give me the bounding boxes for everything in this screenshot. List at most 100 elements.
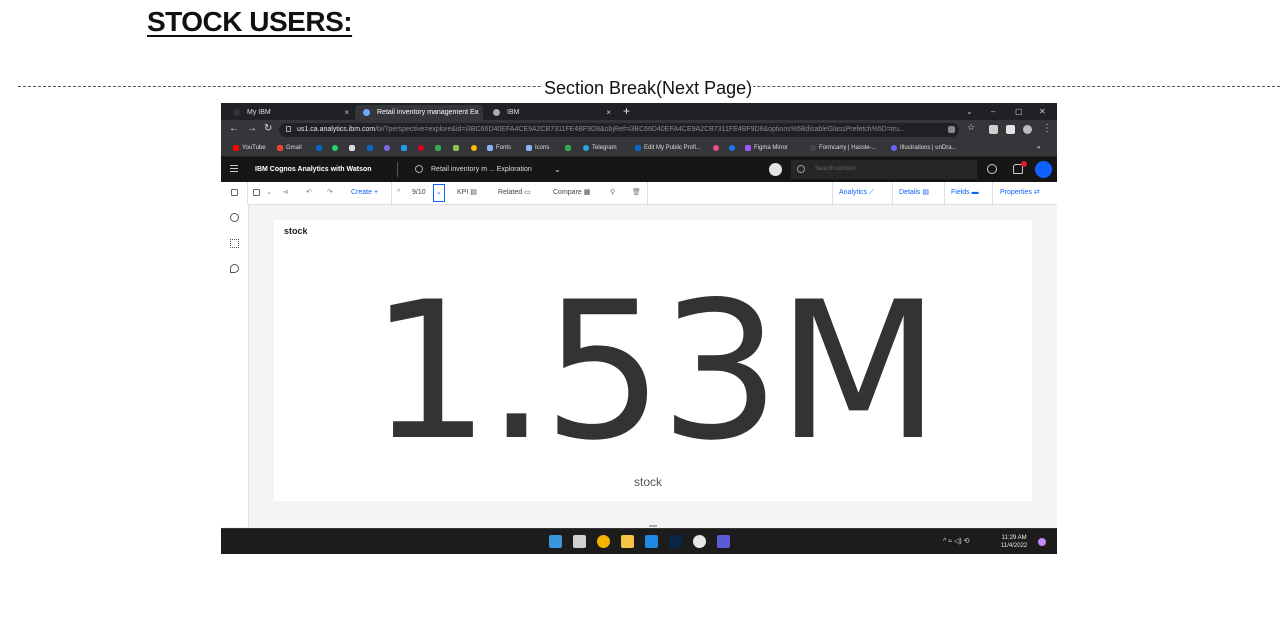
app-icon[interactable] [384,145,390,151]
avatar[interactable] [1035,161,1052,178]
address-bar-row: ← → ↻ us1.ca.analytics.ibm.com/bi/?persp… [221,120,1057,140]
menu-icon[interactable] [231,189,238,196]
fields-button[interactable]: Fields ▬ [951,182,979,204]
extensions-icon[interactable] [989,125,998,134]
omnibox[interactable]: us1.ca.analytics.ibm.com/bi/?perspective… [279,123,959,137]
bookmark-label: Formcarry | Hassle-... [819,145,877,151]
bookmark-star-icon[interactable]: ☆ [967,122,975,133]
twitter-icon[interactable] [401,145,407,151]
dot-icon[interactable] [471,145,477,151]
undo-icon[interactable]: ↶ [306,182,312,204]
bookmark-figma[interactable]: Figma Mirror [745,140,788,156]
figma-icon [745,145,751,151]
browser-tab-strip: My IBM × Retail inventory management Ex … [221,103,1057,120]
clock[interactable]: 11:29 AM 11/4/2022 [1001,534,1027,550]
pin-icon[interactable]: ⚲ [610,182,615,204]
bookmark-gmail[interactable]: Gmail [277,140,302,156]
tab-search-icon[interactable]: ⌄ [966,103,973,120]
screen-icon[interactable] [349,145,355,151]
tb-divider [992,182,993,204]
trash-icon[interactable]: 🗑 [632,182,641,204]
task-view-icon[interactable] [573,535,586,548]
redo-icon[interactable]: ↷ [327,182,333,204]
taskbar: ^ ≈ ◁) ⟲ 11:29 AM 11/4/2022 [221,528,1057,554]
menu-kebab-icon[interactable]: ⋮ [1042,123,1052,134]
chevron-down-icon[interactable]: ⌄ [436,182,442,204]
bookmark-undraw[interactable]: Illustrations | unDra... [891,140,957,156]
share-icon[interactable]: ⋖ [283,182,289,204]
profile-icon[interactable] [1023,125,1032,134]
chevron-down-icon[interactable]: ⌄ [554,157,561,182]
pinterest-icon[interactable] [418,145,424,151]
resize-handle[interactable] [649,525,657,527]
save-icon[interactable] [253,189,260,196]
youtube-icon [233,145,239,151]
browser-tab-retail[interactable]: Retail inventory management Ex × [355,105,483,120]
analytics-button[interactable]: Analytics ⟋ [839,182,874,204]
notification-center-icon[interactable] [1038,538,1046,546]
more-bookmarks-icon[interactable]: » [1037,140,1040,156]
bookmark-icons[interactable]: Icons [526,140,549,156]
properties-label: Properties [1000,189,1032,196]
browser-tab-ibm[interactable]: IBM × [485,105,615,120]
exploration-toolbar: ⌄ ⋖ ↶ ↷ Create + ^ 9/10 ⌄ KPI ▤ Related … [221,182,1057,205]
bookmark-telegram[interactable]: Telegram [583,140,617,156]
grid-icon[interactable] [565,145,571,151]
photoshop-icon[interactable] [669,535,682,548]
search-field[interactable]: Search content [791,160,977,179]
tab-favicon-icon [233,109,240,116]
bookmarks-bar: YouTube Gmail Fonts Icons Telegram Edit … [221,140,1057,157]
breadcrumb[interactable]: Retail inventory m ... Exploration [431,157,532,182]
sidepanel-icon[interactable] [1006,125,1015,134]
back-icon[interactable]: ← [229,123,239,134]
maximize-icon[interactable]: ▢ [1015,103,1023,120]
window-close-icon[interactable]: ✕ [1039,103,1046,120]
pin-icon[interactable] [230,264,239,273]
embedded-screenshot: My IBM × Retail inventory management Ex … [221,103,1057,554]
reload-icon[interactable]: ↻ [264,123,272,134]
bookmark-formcarry[interactable]: Formcarry | Hassle-... [810,140,877,156]
linkedin-icon[interactable] [367,145,373,151]
close-icon[interactable]: × [606,105,611,120]
file-explorer-icon[interactable] [621,535,634,548]
chevron-down-icon[interactable]: ⌄ [266,182,272,204]
bookmark-youtube[interactable]: YouTube [233,140,266,156]
bookmark-linkedin-profile[interactable]: Edit My Public Profi... [635,140,701,156]
github-icon[interactable] [693,535,706,548]
linkedin-icon[interactable] [316,145,322,151]
close-icon[interactable]: × [474,105,479,120]
editor-icon[interactable] [717,535,730,548]
related-button[interactable]: Related ▭ [498,182,531,204]
whatsapp-icon[interactable] [332,145,338,151]
minimize-icon[interactable]: – [991,103,995,120]
facebook-icon[interactable] [729,145,735,151]
details-button[interactable]: Details ▤ [899,182,929,204]
system-tray[interactable]: ^ ≈ ◁) ⟲ [943,529,970,554]
forward-icon[interactable]: → [247,123,257,134]
chevron-up-icon[interactable]: ^ [397,182,400,204]
help-icon[interactable] [987,164,997,174]
formcarry-icon [810,145,816,151]
windows-start-icon[interactable] [549,535,562,548]
hamburger-menu-icon[interactable] [230,165,238,172]
create-button[interactable]: Create + [351,182,378,204]
chrome-icon[interactable] [597,535,610,548]
search-icon [797,165,805,173]
share-icon[interactable] [948,126,955,133]
properties-button[interactable]: Properties ⇄ [1000,182,1040,204]
leaf-icon[interactable] [453,145,459,151]
close-icon[interactable]: × [344,105,349,120]
globe-icon[interactable] [230,213,239,222]
bookmark-label: YouTube [242,145,266,151]
new-tab-button[interactable]: + [623,103,630,120]
card-title: stock [284,226,308,236]
drive-icon[interactable] [435,145,441,151]
browser-tab-myibm[interactable]: My IBM × [225,105,353,120]
hierarchy-icon[interactable] [230,239,239,248]
bookmark-fonts[interactable]: Fonts [487,140,511,156]
compare-button[interactable]: Compare ▦ [553,182,590,204]
kpi-button[interactable]: KPI ▤ [457,182,477,204]
kpi-card[interactable]: stock 1.53M stock [274,220,1032,501]
dribbble-icon[interactable] [713,145,719,151]
vscode-icon[interactable] [645,535,658,548]
